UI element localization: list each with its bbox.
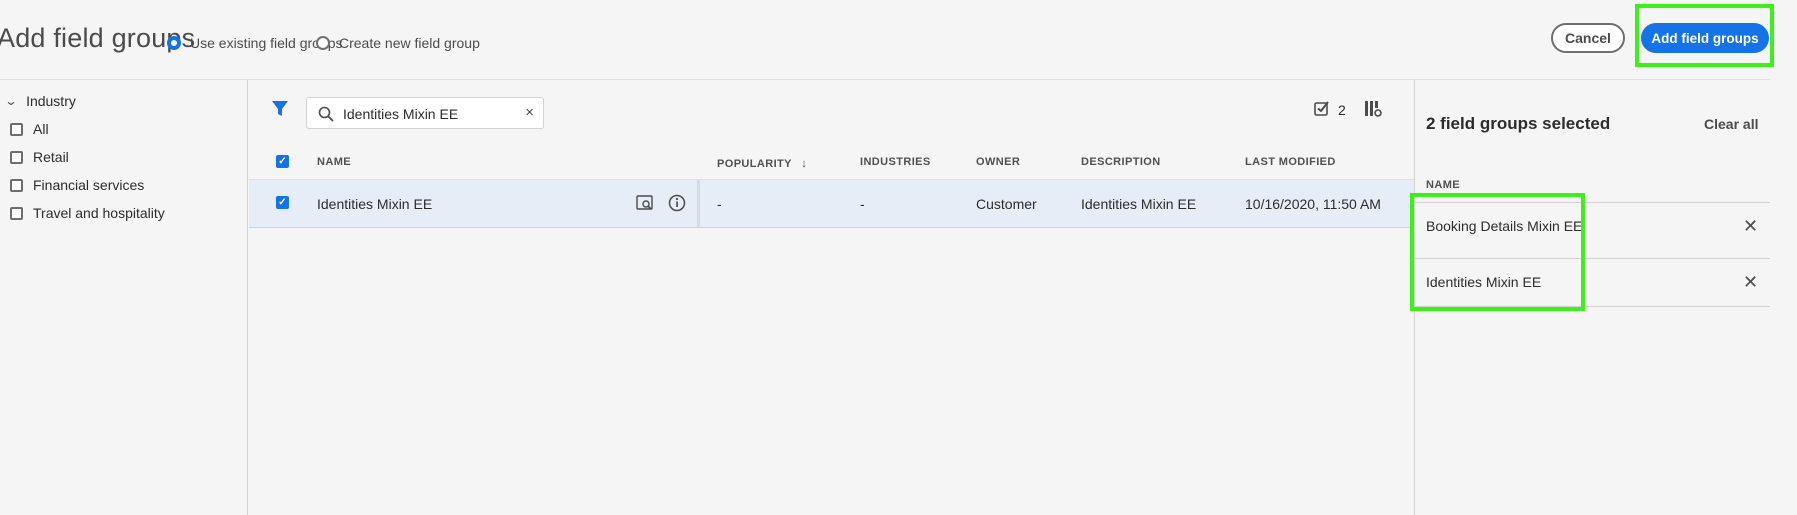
chevron-down-icon: ⌄ [4, 94, 18, 108]
row-name: Identities Mixin EE [317, 196, 433, 212]
column-header-popularity-label: POPULARITY [717, 158, 792, 170]
filter-option-retail[interactable]: Retail [10, 149, 69, 165]
sort-descending-icon: ↓ [801, 156, 808, 170]
column-resize-divider[interactable] [697, 180, 700, 227]
column-header-popularity[interactable]: POPULARITY ↓ [717, 156, 808, 170]
filter-option-label: Financial services [33, 177, 145, 193]
row-industries: - [860, 196, 865, 212]
clear-search-icon[interactable]: × [525, 104, 534, 121]
filter-option-financial-services[interactable]: Financial services [10, 177, 144, 193]
header: Add field groups Use existing field grou… [0, 0, 1797, 80]
radio-create-new-label: Create new field group [339, 35, 480, 51]
checkbox-selected-icon [1314, 100, 1330, 119]
selection-title: 2 field groups selected [1426, 114, 1611, 133]
radio-create-new[interactable]: Create new field group [316, 35, 480, 51]
clear-all-button[interactable]: Clear all [1704, 116, 1758, 132]
filter-option-label: Travel and hospitality [33, 205, 165, 221]
checkbox-icon[interactable] [10, 122, 23, 136]
column-header-name[interactable]: NAME [317, 156, 351, 168]
remove-icon[interactable]: ✕ [1743, 272, 1758, 293]
column-header-owner[interactable]: OWNER [976, 156, 1020, 168]
checkbox-icon[interactable] [10, 178, 23, 192]
select-all-checkbox[interactable]: ✓ [276, 155, 289, 168]
highlight-box-selected-items [1410, 193, 1585, 311]
row-checkbox[interactable]: ✓ [276, 196, 289, 209]
selected-count-toggle[interactable]: 2 [1314, 100, 1346, 119]
industry-filter-heading: Industry [26, 93, 76, 109]
industry-filter-toggle[interactable]: ⌄ Industry [4, 93, 76, 109]
radio-unselected-icon [316, 36, 330, 50]
column-header-last-modified[interactable]: LAST MODIFIED [1245, 156, 1336, 168]
filter-option-label: Retail [33, 149, 69, 165]
filter-panel: ⌄ Industry All Retail Financial services… [0, 80, 248, 515]
filter-option-travel-hospitality[interactable]: Travel and hospitality [10, 205, 165, 221]
search-icon [318, 106, 334, 127]
row-popularity: - [717, 196, 722, 212]
remove-icon[interactable]: ✕ [1743, 216, 1758, 237]
cancel-button[interactable]: Cancel [1551, 23, 1625, 53]
row-owner: Customer [976, 196, 1037, 212]
row-last-modified: 10/16/2020, 11:50 AM [1245, 196, 1381, 212]
radio-selected-icon [167, 36, 181, 50]
filter-icon[interactable] [271, 100, 289, 123]
checkbox-icon[interactable] [10, 150, 23, 164]
column-header-description[interactable]: DESCRIPTION [1081, 156, 1161, 168]
preview-icon[interactable] [636, 194, 654, 217]
checkbox-checked-icon: ✓ [276, 155, 289, 168]
search-input[interactable]: Identities Mixin EE [343, 106, 458, 122]
search-field[interactable]: Identities Mixin EE × [306, 97, 544, 129]
filter-option-all[interactable]: All [10, 121, 49, 137]
checkbox-icon[interactable] [10, 206, 23, 220]
column-header-industries[interactable]: INDUSTRIES [860, 156, 931, 168]
column-settings-icon[interactable] [1364, 100, 1382, 123]
selected-count: 2 [1338, 101, 1346, 118]
row-description: Identities Mixin EE [1081, 196, 1197, 212]
table-row[interactable]: ✓ Identities Mixin EE - - Customer Ident… [249, 179, 1414, 228]
field-groups-table-area: Identities Mixin EE × 2 ✓ NAME POPULARIT… [249, 80, 1414, 515]
selection-column-header: NAME [1426, 179, 1460, 191]
info-icon[interactable] [668, 194, 686, 217]
add-field-groups-button[interactable]: Add field groups [1641, 23, 1769, 53]
filter-option-label: All [33, 121, 49, 137]
